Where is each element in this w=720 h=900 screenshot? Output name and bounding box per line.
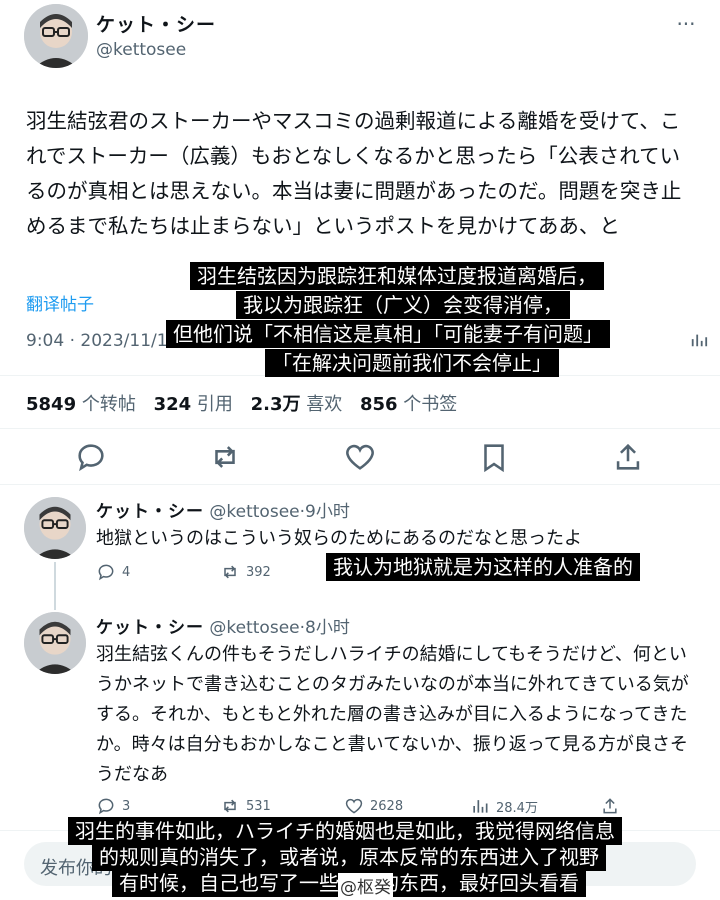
ellipsis-icon[interactable]: ··· <box>672 12 700 36</box>
views-icon <box>473 800 488 813</box>
repost-button[interactable]: 392 <box>220 562 271 582</box>
quotes-label[interactable]: 引用 <box>197 394 233 415</box>
subtitle-line: 的规则真的消失了，或者说，原本反常的东西进入了视野 <box>92 843 606 871</box>
engagement-stats: 5849 个转帖 324 引用 2.3万 喜欢 856 个书签 <box>26 390 469 416</box>
likes-count[interactable]: 2.3万 <box>251 394 301 415</box>
thread-line <box>54 562 56 610</box>
views-button[interactable]: 28.4万 <box>470 796 538 816</box>
bookmarks-count[interactable]: 856 <box>360 394 398 415</box>
tweet-text: 羽生結弦君のストーカーやマスコミの過剰報道による離婚を受けて、これでストーカー（… <box>26 109 682 238</box>
share-icon[interactable] <box>611 440 645 474</box>
bookmarks-label[interactable]: 个书签 <box>403 394 457 415</box>
like-count: 2628 <box>370 798 404 814</box>
timestamp[interactable]: 9:04 · 2023/11/1 <box>26 331 168 351</box>
subtitle-line: 我认为地狱就是为这样的人准备的 <box>326 553 640 581</box>
reply-header: ケット・シー @kettosee·8小时 <box>96 613 350 638</box>
repost-icon[interactable] <box>208 440 242 474</box>
subtitle-line: 羽生的事件如此，ハライチ的婚姻也是如此，我觉得网络信息 <box>68 817 622 845</box>
like-icon <box>345 798 363 814</box>
view-count: 28.4万 <box>496 800 538 816</box>
repost-icon <box>224 565 236 579</box>
repost-count: 531 <box>246 798 271 814</box>
divider <box>0 428 720 429</box>
reply-text: 羽生結弦くんの件もそうだしハライチの結婚にしてもそうだけど、何というかネットで書… <box>96 644 689 785</box>
reply-button[interactable]: 3 <box>96 796 130 816</box>
reply-icon <box>98 564 114 581</box>
repost-button[interactable]: 531 <box>220 796 271 816</box>
reply-text: 地獄というのはこういう奴らのためにあるのだなと思ったよ <box>96 528 582 549</box>
likes-label[interactable]: 喜欢 <box>306 394 342 415</box>
share-icon <box>603 798 617 814</box>
display-name[interactable]: ケット・シー <box>96 10 216 37</box>
reply-icon[interactable] <box>74 440 108 474</box>
reply-header: ケット・シー @kettosee·9小时 <box>96 497 350 522</box>
reposts-count[interactable]: 5849 <box>26 394 76 415</box>
repost-count: 392 <box>246 564 271 580</box>
like-button[interactable]: 2628 <box>344 796 403 816</box>
avatar[interactable] <box>24 612 86 674</box>
translate-link[interactable]: 翻译帖子 <box>26 290 94 315</box>
repost-icon <box>224 799 236 813</box>
divider <box>0 484 720 485</box>
reply-count: 4 <box>122 564 131 580</box>
share-button[interactable] <box>600 796 620 816</box>
analytics-icon[interactable] <box>690 331 708 354</box>
avatar[interactable] <box>24 4 88 68</box>
handle-time[interactable]: @kettosee·8小时 <box>209 618 349 638</box>
display-name[interactable]: ケット・シー <box>96 502 204 522</box>
quotes-count[interactable]: 324 <box>154 394 192 415</box>
subtitle-line: 「在解决问题前我们不会停止」 <box>265 349 559 377</box>
subtitle-line: 但他们说「不相信这是真相」「可能妻子有问题」 <box>166 320 610 348</box>
like-icon[interactable] <box>343 440 377 474</box>
reply-icon <box>98 798 114 815</box>
reposts-label[interactable]: 个转帖 <box>82 394 136 415</box>
user-handle[interactable]: @kettosee <box>96 40 186 60</box>
reply-count: 3 <box>122 798 131 814</box>
avatar[interactable] <box>24 497 86 559</box>
reply-button[interactable]: 4 <box>96 562 130 582</box>
handle-time[interactable]: @kettosee·9小时 <box>209 502 349 522</box>
subtitle-line: 我以为跟踪狂（广义）会变得消停， <box>236 291 570 319</box>
display-name[interactable]: ケット・シー <box>96 618 204 638</box>
bookmark-icon[interactable] <box>477 440 511 474</box>
watermark: @枢癸 <box>338 873 393 898</box>
subtitle-line: 羽生结弦因为跟踪狂和媒体过度报道离婚后， <box>190 262 604 290</box>
